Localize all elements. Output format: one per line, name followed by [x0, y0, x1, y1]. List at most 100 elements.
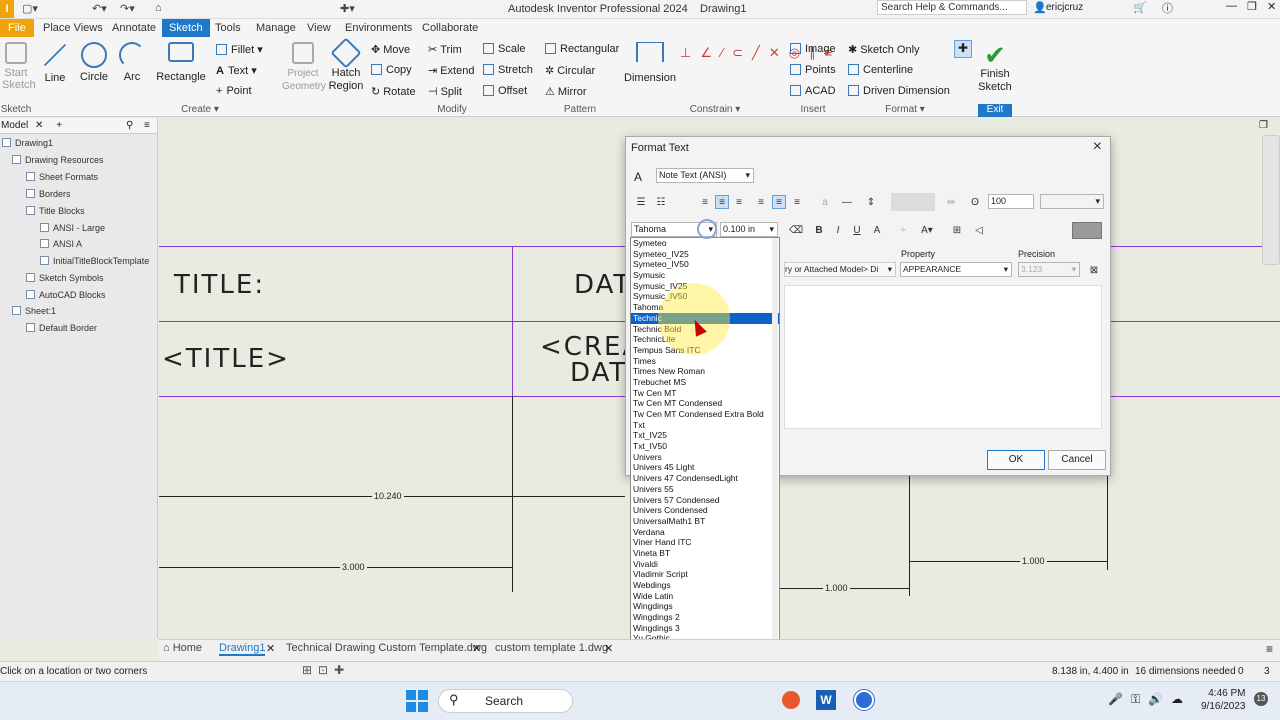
- align-center-icon[interactable]: ≡: [715, 195, 729, 209]
- font-list-item[interactable]: Univers 55: [631, 484, 779, 495]
- close-icon[interactable]: ✕: [604, 642, 613, 655]
- valign-middle-icon[interactable]: ≡: [772, 195, 786, 209]
- font-list-item[interactable]: Verdana: [631, 527, 779, 538]
- tabs-menu-icon[interactable]: ≡: [1266, 642, 1273, 656]
- extend-button[interactable]: ⇥ Extend: [428, 64, 474, 77]
- tree-item-sketch-symbols[interactable]: Sketch Symbols: [26, 273, 104, 283]
- font-list-scrollbar[interactable]: [772, 238, 778, 708]
- copy-button[interactable]: Copy: [371, 64, 412, 76]
- stack-icon[interactable]: a: [818, 195, 832, 209]
- font-list-item[interactable]: Times: [631, 356, 779, 367]
- font-list-item[interactable]: Symusic: [631, 270, 779, 281]
- date-label[interactable]: DAT: [574, 270, 631, 300]
- mirror-button[interactable]: ⚠ Mirror: [545, 85, 587, 98]
- title-placeholder[interactable]: <TITLE>: [162, 344, 290, 374]
- tab-sketch[interactable]: Sketch: [162, 19, 210, 37]
- font-list-item[interactable]: Viner Hand ITC: [631, 537, 779, 548]
- width-scale-input[interactable]: 100: [988, 194, 1034, 209]
- case-icon[interactable]: A▾: [920, 223, 934, 237]
- dimension-value[interactable]: 1.000: [823, 583, 850, 593]
- font-list-item[interactable]: Txt_IV50: [631, 441, 779, 452]
- font-list-item[interactable]: Univers 47 CondensedLight: [631, 473, 779, 484]
- dimension-value[interactable]: 10.240: [372, 491, 404, 501]
- text-button[interactable]: A Text ▾: [216, 64, 257, 77]
- help-search-input[interactable]: Search Help & Commands...: [877, 0, 1027, 15]
- status-tool-icons[interactable]: ⊞⊡✚: [302, 663, 350, 677]
- constraint-icons[interactable]: ⊥∠⁄⊂╱✕◎∥≡: [680, 42, 832, 100]
- tab-place-views[interactable]: Place Views: [39, 19, 107, 37]
- tab-view[interactable]: View: [303, 19, 335, 37]
- navigation-bar[interactable]: [1262, 135, 1280, 265]
- bullet-list-icon[interactable]: ☰: [634, 195, 648, 209]
- font-list-item[interactable]: Symeteo_IV25: [631, 249, 779, 260]
- help-icon[interactable]: ⓘ: [1162, 0, 1173, 16]
- doc-tab-custom-template[interactable]: custom template 1.dwg: [495, 642, 608, 654]
- offset-button[interactable]: Offset: [483, 85, 527, 97]
- close-icon[interactable]: ✕: [1267, 0, 1276, 13]
- minimize-icon[interactable]: —: [1226, 0, 1237, 12]
- inventor-app-icon[interactable]: I: [0, 0, 14, 18]
- trim-button[interactable]: ✂ Trim: [428, 43, 462, 56]
- font-list-item[interactable]: Txt: [631, 420, 779, 431]
- point-button[interactable]: + Point: [216, 85, 252, 97]
- font-list-item[interactable]: Univers 45 Light: [631, 462, 779, 473]
- doc-tab-home[interactable]: ⌂ Home: [163, 642, 202, 654]
- cart-icon[interactable]: 🛒: [1133, 1, 1147, 14]
- rectangular-pattern-button[interactable]: Rectangular: [545, 43, 619, 55]
- split-button[interactable]: ⊣ Split: [428, 85, 462, 98]
- user-icon[interactable]: 👤: [1033, 1, 1047, 14]
- word-icon[interactable]: W: [816, 690, 836, 710]
- underline-icon[interactable]: U: [850, 223, 864, 237]
- line-spacing-icon[interactable]: ⇕: [864, 195, 878, 209]
- home-icon[interactable]: ⌂: [155, 2, 162, 14]
- dimension-value[interactable]: 3.000: [340, 562, 367, 572]
- canvas-restore-icon[interactable]: ❐: [1259, 120, 1268, 131]
- hatch-region-button[interactable]: Hatch Region: [328, 37, 364, 93]
- tab-manage[interactable]: Manage: [252, 19, 300, 37]
- tab-file[interactable]: File: [0, 19, 34, 37]
- insert-field-icon[interactable]: ⊞: [950, 223, 964, 237]
- driven-dimension-button[interactable]: Driven Dimension: [848, 85, 950, 97]
- finish-sketch-button[interactable]: ✔ Finish Sketch: [976, 42, 1014, 94]
- font-list-item[interactable]: Tw Cen MT Condensed Extra Bold: [631, 409, 779, 420]
- font-list-item[interactable]: Symeteo: [631, 238, 779, 249]
- scale-button[interactable]: Scale: [483, 43, 526, 55]
- app-taskbar-icon[interactable]: [782, 691, 800, 709]
- erase-icon[interactable]: ⌫: [788, 223, 803, 237]
- font-list-item[interactable]: UniversalMath1 BT: [631, 516, 779, 527]
- tree-item-drawing-resources[interactable]: Drawing Resources: [12, 155, 104, 165]
- browser-tab-model[interactable]: Model: [1, 120, 28, 131]
- font-size-select[interactable]: 0.100 in ▾: [720, 222, 778, 237]
- date-placeholder[interactable]: DAT: [570, 358, 627, 388]
- add-tab-icon[interactable]: +: [56, 120, 62, 131]
- taskbar-clock[interactable]: 4:46 PM 9/16/2023: [1201, 687, 1246, 713]
- tree-item-sheet-formats[interactable]: Sheet Formats: [26, 172, 98, 182]
- arc-button[interactable]: Arc: [118, 42, 146, 83]
- line-icon[interactable]: —: [840, 195, 854, 209]
- close-icon[interactable]: ✕: [472, 642, 481, 655]
- bold-icon[interactable]: B: [812, 223, 826, 237]
- restore-icon[interactable]: ❐: [1247, 0, 1257, 13]
- text-color-swatch[interactable]: [1072, 222, 1102, 239]
- insert-acad-button[interactable]: ACAD: [790, 85, 836, 97]
- doc-tab-technical-drawing[interactable]: Technical Drawing Custom Template.dwg: [286, 642, 487, 654]
- font-list-item[interactable]: Wingdings: [631, 601, 779, 612]
- tree-item-ansi-large[interactable]: ANSI - Large: [40, 223, 105, 233]
- tree-item-sheet-1[interactable]: Sheet:1: [12, 306, 56, 316]
- move-button[interactable]: ✥ Move: [371, 43, 410, 56]
- font-list-item[interactable]: Vivaldi: [631, 559, 779, 570]
- new-file-icon[interactable]: ▢▾: [22, 2, 38, 15]
- dimension-button[interactable]: Dimension: [624, 42, 676, 84]
- font-list-item[interactable]: Vladimir Script: [631, 569, 779, 580]
- line-spacing-value[interactable]: [891, 193, 935, 211]
- spacing-icon[interactable]: ⇹: [944, 195, 958, 209]
- notification-icon[interactable]: 13: [1254, 692, 1268, 706]
- sketch-only-button[interactable]: ✱ Sketch Only: [848, 43, 920, 56]
- project-geometry-button[interactable]: Project Geometry: [282, 42, 326, 93]
- ok-button[interactable]: OK: [987, 450, 1045, 470]
- centerline-button[interactable]: Centerline: [848, 64, 913, 76]
- tab-annotate[interactable]: Annotate: [108, 19, 160, 37]
- tree-item-borders[interactable]: Borders: [26, 189, 71, 199]
- font-list-item[interactable]: Wingdings 3: [631, 623, 779, 634]
- symbol-select[interactable]: ▾: [1040, 194, 1104, 209]
